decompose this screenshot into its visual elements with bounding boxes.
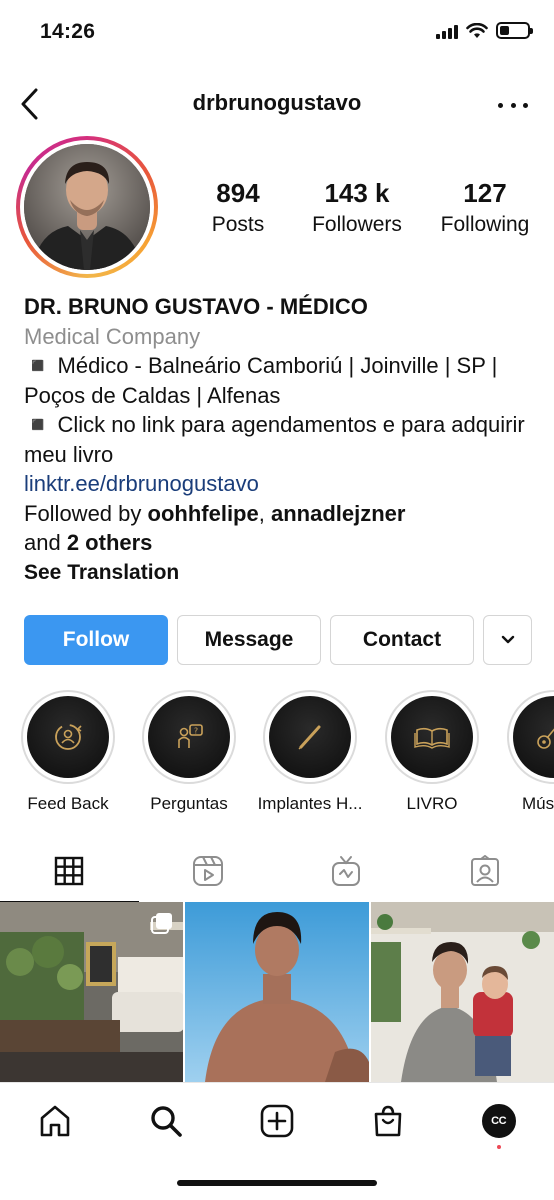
posts-label: Posts [211, 213, 265, 236]
tab-posts-grid[interactable] [0, 840, 139, 902]
more-options-button[interactable] [498, 90, 528, 120]
father-child-photo [370, 902, 554, 1082]
following-stat[interactable]: 127 Following [432, 178, 538, 237]
post-thumbnail-child[interactable] [370, 902, 554, 1082]
highlight-musica[interactable]: Mús [494, 690, 554, 814]
profile-category: Medical Company [24, 323, 201, 349]
highlight-implantes[interactable]: Implantes H... [250, 690, 370, 814]
following-label: Following [440, 213, 530, 236]
status-time: 14:26 [40, 20, 96, 43]
bio-link[interactable]: linktr.ee/drbrunogustavo [24, 469, 534, 499]
followers-stat[interactable]: 143 k Followers [294, 178, 420, 237]
highlight-label: LIVRO [406, 794, 458, 813]
highlight-label: Mús [522, 794, 554, 813]
highlight-feed-back[interactable]: Feed Back [8, 690, 128, 814]
posts-grid [0, 902, 554, 1082]
igtv-icon [332, 856, 361, 886]
posts-count: 894 [216, 178, 260, 208]
pen-icon [298, 725, 321, 750]
followers-count: 143 k [324, 178, 390, 208]
followed-user-1: oohhfelipe [147, 500, 259, 526]
post-thumbnail-office[interactable] [0, 902, 184, 1082]
bio-line-booking: ◾️ Click no link para agendamentos e par… [24, 412, 525, 467]
status-bar: 14:26 [0, 0, 554, 66]
profile-actions: Follow Message Contact [24, 615, 532, 665]
battery-icon [496, 22, 533, 39]
nav-profile[interactable]: CC [469, 1099, 529, 1149]
followers-label: Followers [312, 213, 402, 236]
guitar-icon [537, 728, 554, 749]
followed-by[interactable]: Followed by oohhfelipe, annadlejzner and… [24, 499, 534, 558]
follow-button[interactable]: Follow [24, 615, 168, 665]
highlight-perguntas[interactable]: ? Perguntas [129, 690, 249, 814]
status-icons [436, 22, 533, 39]
story-ring[interactable] [16, 136, 158, 278]
message-button[interactable]: Message [177, 615, 321, 665]
tab-igtv[interactable] [277, 840, 416, 902]
feedback-icon [55, 724, 82, 750]
highlight-label: Implantes H... [257, 794, 363, 813]
profile-stats: 894 Posts 143 k Followers 127 Following [200, 178, 540, 237]
book-icon [414, 727, 450, 749]
highlight-livro[interactable]: LIVRO [372, 690, 492, 814]
nav-shop[interactable] [358, 1099, 418, 1143]
story-highlights: Feed Back ? Perguntas Implantes H... LIV… [0, 690, 554, 820]
multiple-posts-icon [151, 913, 173, 934]
notification-dot [496, 1145, 501, 1149]
profile-full-name: DR. BRUNO GUSTAVO - MÉDICO [24, 294, 368, 319]
nav-profile-avatar: CC [481, 1104, 516, 1138]
svg-text:?: ? [194, 727, 198, 736]
suggested-accounts-button[interactable] [483, 615, 532, 665]
followed-user-2: annadlejzner [270, 500, 406, 526]
tagged-icon [470, 855, 499, 886]
bio-line-locations: ◾️ Médico - Balneário Camboriú | Joinvil… [24, 353, 498, 408]
home-indicator [177, 1180, 377, 1186]
highlight-label: Perguntas [150, 794, 228, 813]
followed-others: 2 others [66, 530, 153, 555]
wifi-icon [466, 22, 488, 38]
reels-icon [192, 856, 223, 886]
cellular-signal-icon [436, 23, 458, 39]
contact-button[interactable]: Contact [330, 615, 474, 665]
tab-tagged[interactable] [416, 840, 554, 902]
shop-icon [374, 1105, 402, 1137]
nav-search[interactable] [136, 1099, 196, 1143]
home-icon [41, 1105, 70, 1137]
question-person-icon: ? [178, 724, 203, 748]
tab-reels[interactable] [139, 840, 278, 902]
profile-bio: DR. BRUNO GUSTAVO - MÉDICO Medical Compa… [24, 292, 534, 587]
search-icon [151, 1106, 182, 1137]
highlight-label: Feed Back [27, 794, 109, 813]
beach-photo [185, 902, 369, 1082]
profile-username: drbrunogustavo [192, 90, 362, 115]
nav-home[interactable] [25, 1099, 85, 1143]
create-icon [260, 1104, 294, 1138]
following-count: 127 [463, 178, 507, 208]
nav-create[interactable] [247, 1099, 307, 1143]
grid-icon [55, 856, 84, 886]
profile-tabs [0, 840, 554, 902]
post-thumbnail-beach[interactable] [185, 902, 369, 1082]
chevron-down-icon [501, 635, 514, 644]
see-translation-link[interactable]: See Translation [24, 558, 534, 588]
posts-stat[interactable]: 894 Posts [200, 178, 276, 237]
profile-header: drbrunogustavo [0, 78, 554, 130]
profile-avatar [24, 144, 150, 270]
